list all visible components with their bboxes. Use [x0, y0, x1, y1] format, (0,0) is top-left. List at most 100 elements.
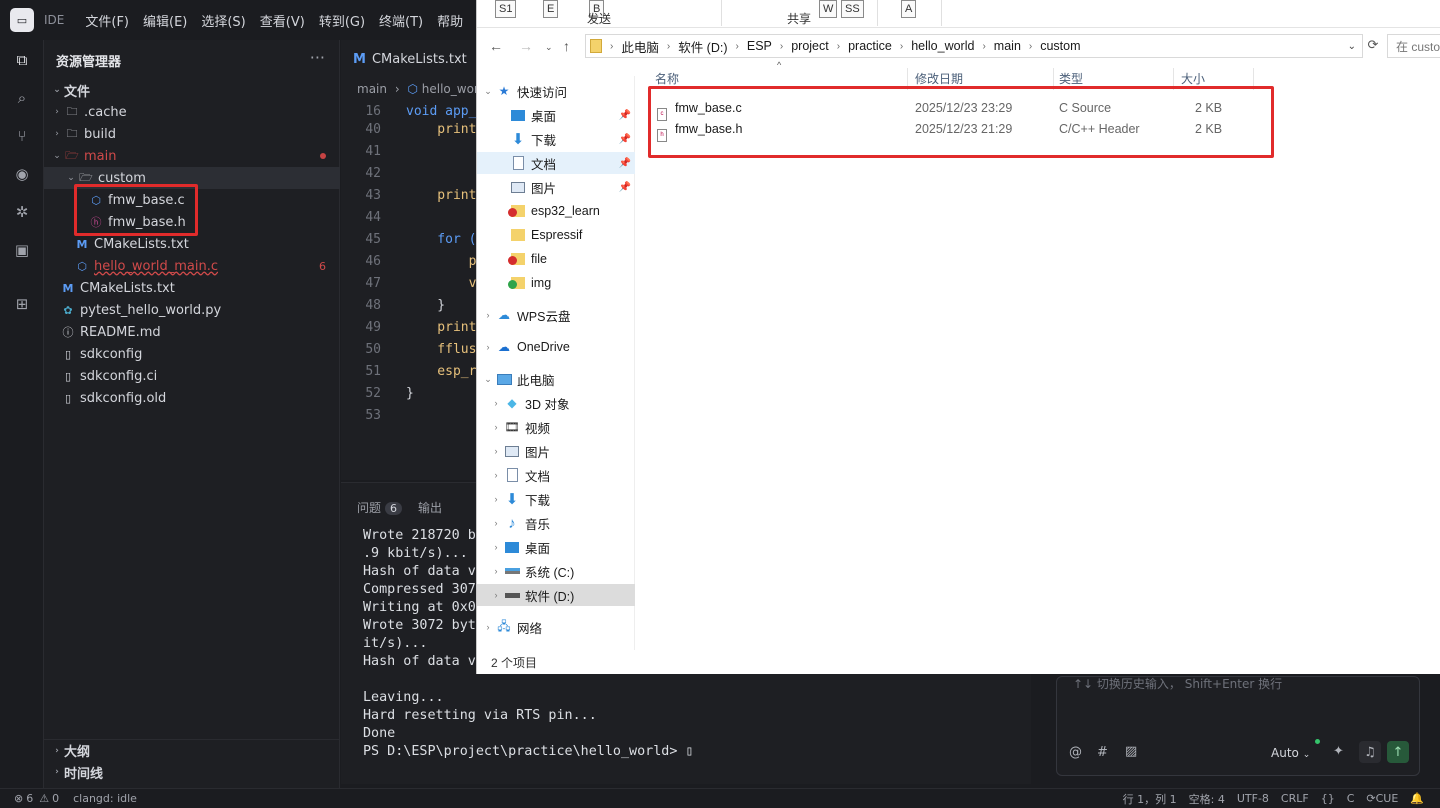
column-date[interactable]: 修改日期	[915, 70, 963, 87]
tree-item-hello-world-main[interactable]: ⬡ hello_world_main.c 6	[44, 255, 340, 277]
nav-onedrive[interactable]: › ☁ OneDrive	[477, 336, 635, 358]
bell-icon[interactable]: 🔔	[1410, 792, 1424, 805]
nav-pictures[interactable]: 图片 📌	[477, 176, 635, 198]
debug-bug-icon[interactable]: ✲	[10, 200, 34, 224]
encoding[interactable]: UTF-8	[1237, 792, 1269, 805]
language-mode[interactable]: C	[1347, 792, 1355, 805]
lsp-status[interactable]: clangd: idle	[73, 792, 137, 805]
tree-item-sdkconfig-old[interactable]: ▯ sdkconfig.old	[44, 387, 340, 409]
address-dropdown-icon[interactable]: ⌄	[1348, 41, 1356, 52]
nav-documents[interactable]: 文档 📌	[477, 152, 635, 174]
path-custom[interactable]: custom	[1040, 39, 1080, 53]
indentation[interactable]: 空格: 4	[1189, 791, 1225, 807]
pin-icon[interactable]: 📌	[619, 158, 631, 169]
path-drive-d[interactable]: 软件 (D:)	[678, 37, 727, 56]
column-size[interactable]: 大小	[1181, 70, 1205, 87]
nav-videos[interactable]: › 🎞 视频	[477, 416, 635, 438]
ribbon-send[interactable]: 发送	[587, 10, 611, 27]
path-practice[interactable]: practice	[848, 39, 892, 53]
model-mode-select[interactable]: Auto ⌄	[1271, 746, 1310, 760]
mention-icon[interactable]: @	[1069, 745, 1082, 760]
section-files[interactable]: ⌄ 文件	[44, 79, 340, 101]
address-bar[interactable]: › 此电脑 › 软件 (D:) › ESP › project › practice › h…	[585, 34, 1363, 58]
keytip-s1[interactable]: S1	[495, 0, 517, 18]
remote-monitor-icon[interactable]: ▣	[10, 238, 34, 262]
section-outline[interactable]: › 大纲	[44, 739, 340, 761]
menu-file[interactable]: 文件(F)	[85, 11, 129, 30]
search-input[interactable]: 在 custom	[1387, 34, 1440, 58]
hash-icon[interactable]: #	[1097, 745, 1108, 760]
nav-desktop[interactable]: 桌面 📌	[477, 104, 635, 126]
code-line[interactable]: void app_	[406, 104, 476, 119]
back-arrow-icon[interactable]: ←	[489, 38, 503, 54]
column-name[interactable]: 名称	[655, 70, 679, 87]
tree-item-root-cmakelists[interactable]: M CMakeLists.txt	[44, 277, 340, 299]
tab-cmakelists[interactable]: M CMakeLists.txt	[341, 40, 479, 78]
nav-wps-cloud[interactable]: › ☁ WPS云盘	[477, 304, 635, 326]
line-ending[interactable]: CRLF	[1281, 792, 1309, 805]
path-this-pc[interactable]: 此电脑	[621, 37, 659, 56]
refresh-icon[interactable]: ⟳	[1363, 37, 1383, 53]
extensions-grid-icon[interactable]: ⊞	[10, 292, 34, 316]
menu-edit[interactable]: 编辑(E)	[143, 11, 187, 30]
tree-item-build[interactable]: › 🗀 build	[44, 123, 340, 145]
chat-input[interactable]: ↑↓ 切换历史输入， Shift+Enter 换行 @ # ▨ Auto ⌄ ✦…	[1056, 676, 1420, 776]
column-type[interactable]: 类型	[1059, 70, 1083, 87]
tree-item-main-cmakelists[interactable]: M CMakeLists.txt	[44, 233, 340, 255]
error-icon[interactable]: ⊗	[14, 792, 23, 805]
code-line[interactable]: }	[406, 386, 414, 401]
path-main[interactable]: main	[994, 39, 1021, 53]
nav-quick-access[interactable]: ⌄ ★ 快速访问	[477, 80, 635, 102]
pin-icon[interactable]: 📌	[619, 134, 631, 145]
code-line[interactable]: p	[406, 254, 477, 269]
menu-view[interactable]: 查看(V)	[260, 11, 305, 30]
nav-drive-d[interactable]: › 软件 (D:)	[477, 584, 635, 606]
tree-item-sdkconfig-ci[interactable]: ▯ sdkconfig.ci	[44, 365, 340, 387]
tree-item-readme[interactable]: ⓘ README.md	[44, 321, 340, 343]
menu-terminal[interactable]: 终端(T)	[379, 11, 423, 30]
forward-arrow-icon[interactable]: →	[519, 38, 533, 54]
nav-music[interactable]: › ♪ 音乐	[477, 512, 635, 534]
nav-pc-desktop[interactable]: › 桌面	[477, 536, 635, 558]
tree-item-main[interactable]: ⌄ 🗁 main	[44, 145, 340, 167]
send-arrow-icon[interactable]: ↑	[1387, 741, 1409, 763]
braces-icon[interactable]: {}	[1321, 792, 1335, 805]
more-icon[interactable]: ···	[310, 48, 325, 67]
path-esp[interactable]: ESP	[747, 39, 772, 53]
code-line[interactable]: print	[406, 320, 476, 335]
keytip-w[interactable]: W	[819, 0, 838, 18]
keytip-ss[interactable]: SS	[841, 0, 864, 18]
warning-icon[interactable]: ⚠	[39, 792, 49, 805]
up-arrow-icon[interactable]: ↑	[563, 38, 570, 54]
ribbon-share[interactable]: 共享	[787, 10, 811, 27]
menu-goto[interactable]: 转到(G)	[319, 11, 365, 30]
image-icon[interactable]: ▨	[1125, 744, 1137, 759]
recent-chevron-icon[interactable]: ⌄	[545, 42, 553, 53]
code-line[interactable]: v	[406, 276, 477, 291]
nav-pc-downloads[interactable]: › ⬇ 下载	[477, 488, 635, 510]
code-line[interactable]: }	[406, 298, 445, 313]
code-line[interactable]: print	[406, 122, 476, 137]
nav-img[interactable]: img	[477, 272, 635, 294]
menu-help[interactable]: 帮助	[437, 11, 463, 30]
eye-icon[interactable]: ◉	[10, 162, 34, 186]
nav-3d-objects[interactable]: › ◆ 3D 对象	[477, 392, 635, 414]
tree-item-pytest[interactable]: ✿ pytest_hello_world.py	[44, 299, 340, 321]
menu-select[interactable]: 选择(S)	[201, 11, 245, 30]
tab-output[interactable]: 输出	[418, 501, 442, 515]
code-line[interactable]: esp_r	[406, 364, 476, 379]
microphone-icon[interactable]: ♫	[1359, 741, 1381, 763]
section-timeline[interactable]: › 时间线	[44, 761, 340, 783]
keytip-a[interactable]: A	[901, 0, 917, 18]
pin-icon[interactable]: 📌	[619, 110, 631, 121]
nav-network[interactable]: › 🖧 网络	[477, 616, 635, 638]
error-count[interactable]: 6	[26, 792, 33, 805]
nav-drive-c[interactable]: › 系统 (C:)	[477, 560, 635, 582]
code-line[interactable]: for (	[406, 232, 476, 247]
tree-item-sdkconfig[interactable]: ▯ sdkconfig	[44, 343, 340, 365]
search-icon[interactable]: ⌕	[10, 86, 34, 110]
path-project[interactable]: project	[791, 39, 829, 53]
nav-espressif[interactable]: Espressif	[477, 224, 635, 246]
tab-problems[interactable]: 问题	[357, 501, 381, 515]
tree-item-cache[interactable]: › 🗀 .cache	[44, 101, 340, 123]
